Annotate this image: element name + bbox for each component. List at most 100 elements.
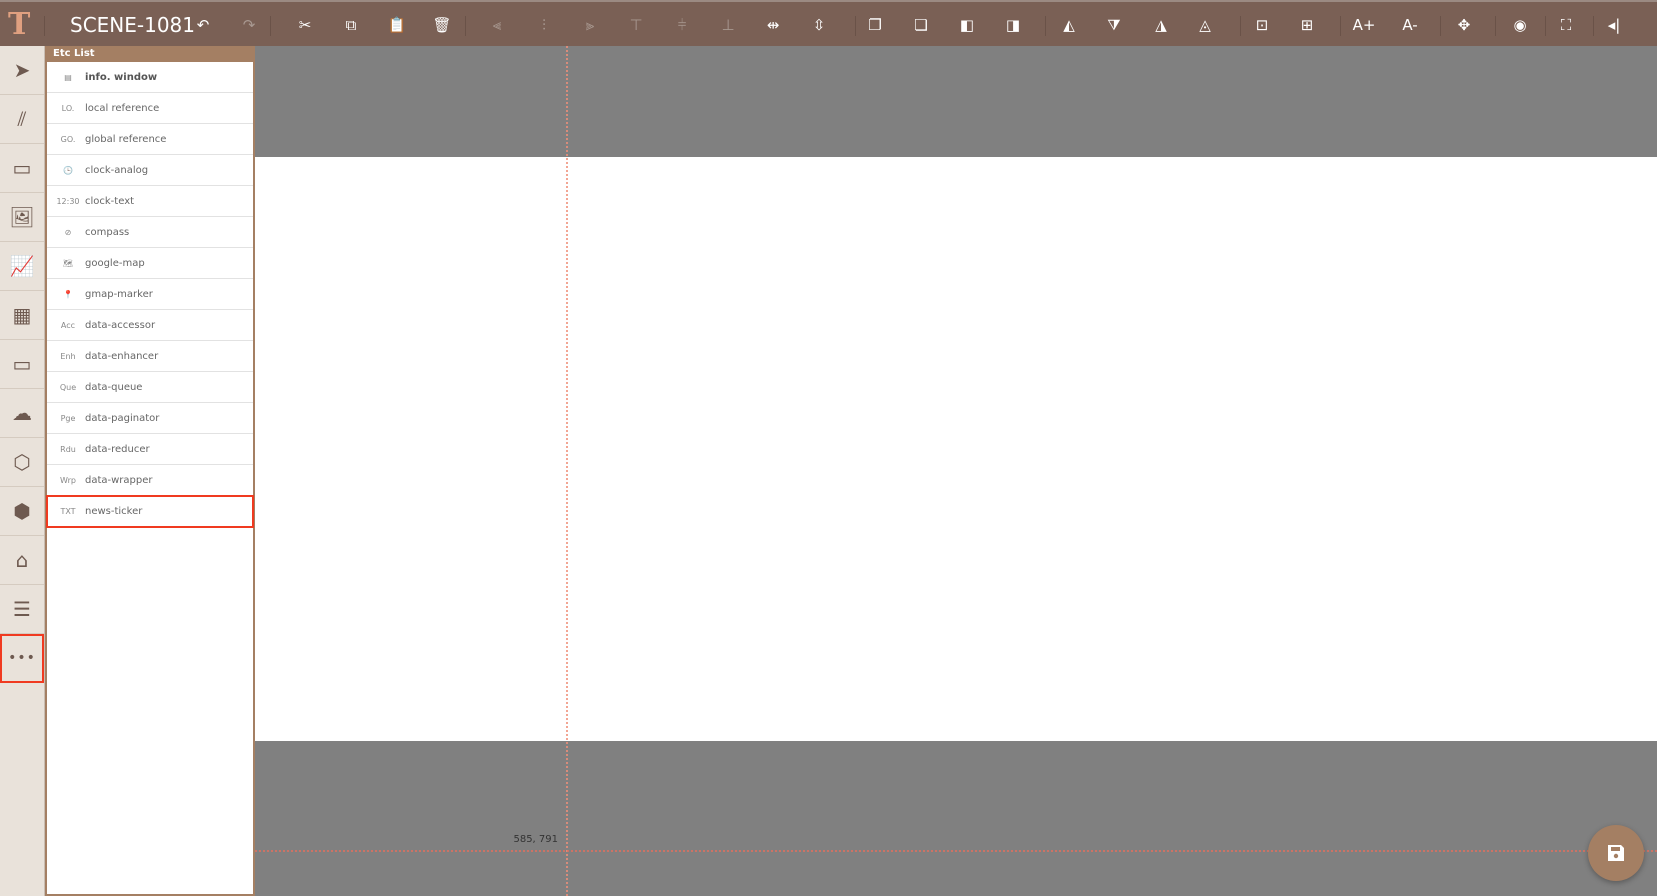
sidebar-item-image-text[interactable]: 🖼 xyxy=(0,193,44,242)
list-item-label: google-map xyxy=(85,257,145,269)
font-decrease-button[interactable]: A- xyxy=(1395,10,1425,40)
ungroup-icon: ⊞ xyxy=(1300,16,1314,34)
paste-icon: 📋 xyxy=(387,16,407,34)
group-button[interactable]: ⊡ xyxy=(1247,10,1277,40)
toolbar-divider xyxy=(465,16,466,36)
bring-to-front-icon: ❐ xyxy=(868,16,882,34)
list-item-global-reference[interactable]: GO. global reference xyxy=(47,124,253,155)
align-right-button[interactable]: ⫸ xyxy=(575,10,605,40)
etc-list-panel: Etc List ▤ info. window LO. local reference… xyxy=(45,46,255,896)
align-top-button[interactable]: ⊤ xyxy=(621,10,651,40)
move-button[interactable]: ✥ xyxy=(1449,10,1479,40)
group-icon: ⊡ xyxy=(1255,16,1269,34)
list-item-label: local reference xyxy=(85,102,160,114)
paste-button[interactable]: 📋 xyxy=(382,10,412,40)
save-button[interactable] xyxy=(1588,825,1644,881)
copy-icon: ⧉ xyxy=(345,16,357,34)
3d-icon: ⬢ xyxy=(13,499,31,523)
list-item-data-queue[interactable]: Que data-queue xyxy=(47,372,253,403)
guide-vertical xyxy=(566,46,568,896)
list-item-local-reference[interactable]: LO. local reference xyxy=(47,93,253,124)
align-center-button[interactable]: ⫶ xyxy=(529,10,559,40)
send-to-back-button[interactable]: ◨ xyxy=(998,10,1028,40)
align-center-icon: ⫶ xyxy=(542,16,546,34)
rotate-cw-button[interactable]: ◮ xyxy=(1146,10,1176,40)
data-reducer-icon: Rdu xyxy=(60,444,76,454)
distribute-horizontal-button[interactable]: ⇹ xyxy=(758,10,788,40)
save-icon xyxy=(1608,845,1624,861)
toggle-panel-icon: ◂| xyxy=(1607,16,1621,34)
list-item-label: gmap-marker xyxy=(85,288,153,300)
fit-screen-button[interactable]: ⛶ xyxy=(1551,10,1581,40)
undo-icon: ↶ xyxy=(196,16,210,34)
network-icon: ⬡ xyxy=(13,450,31,474)
shape-icon: ▭ xyxy=(12,156,32,180)
compass-icon: ⊘ xyxy=(64,227,72,237)
redo-button[interactable]: ↷ xyxy=(234,10,264,40)
list-item-data-wrapper[interactable]: Wrp data-wrapper xyxy=(47,465,253,496)
sidebar-item-line[interactable]: ⫽ xyxy=(0,95,44,144)
app-logo[interactable]: T xyxy=(8,10,36,40)
sidebar-item-table[interactable]: ▦ xyxy=(0,291,44,340)
toolbar-divider xyxy=(1045,16,1046,36)
list-item-compass[interactable]: ⊘ compass xyxy=(47,217,253,248)
font-increase-button[interactable]: A+ xyxy=(1349,10,1379,40)
sidebar-item-network[interactable]: ⬡ xyxy=(0,438,44,487)
sidebar-item-cloud[interactable]: ☁ xyxy=(0,389,44,438)
flip-horizontal-button[interactable]: ◭ xyxy=(1054,10,1084,40)
list-item-label: data-wrapper xyxy=(85,474,153,486)
fit-screen-icon: ⛶ xyxy=(1560,16,1572,34)
list-item-google-map[interactable]: 🗺 google-map xyxy=(47,248,253,279)
list-item-clock-analog[interactable]: 🕒 clock-analog xyxy=(47,155,253,186)
data-queue-icon: Que xyxy=(59,382,77,392)
cloud-icon: ☁ xyxy=(12,401,32,425)
distribute-vertical-button[interactable]: ⇳ xyxy=(804,10,834,40)
clock-text-icon: 12:30 xyxy=(56,196,80,206)
cursor-coordinates: 585, 791 xyxy=(513,834,558,845)
send-backward-button[interactable]: ◧ xyxy=(952,10,982,40)
rotate-ccw-button[interactable]: ◬ xyxy=(1190,10,1220,40)
ungroup-button[interactable]: ⊞ xyxy=(1292,10,1322,40)
sidebar-item-pointer[interactable]: ➤ xyxy=(0,46,44,95)
preview-button[interactable]: ◉ xyxy=(1505,10,1535,40)
toolbar-divider xyxy=(1593,16,1594,36)
image-text-icon: 🖼 xyxy=(9,205,35,229)
bring-to-front-button[interactable]: ❐ xyxy=(860,10,890,40)
delete-button[interactable]: 🗑 xyxy=(427,10,457,40)
delete-icon: 🗑 xyxy=(432,16,452,34)
scene-canvas[interactable] xyxy=(255,157,1657,741)
list-item-info-window[interactable]: ▤ info. window xyxy=(47,62,253,93)
align-left-icon: ⫷ xyxy=(492,16,502,34)
font-increase-icon: A+ xyxy=(1352,16,1376,34)
list-item-news-ticker[interactable]: TXT news-ticker xyxy=(46,495,254,528)
cut-button[interactable]: ✂ xyxy=(290,10,320,40)
undo-button[interactable]: ↶ xyxy=(188,10,218,40)
toggle-panel-button[interactable]: ◂| xyxy=(1599,10,1629,40)
scene-title: SCENE-1081 xyxy=(70,13,196,37)
flip-vertical-button[interactable]: ⧩ xyxy=(1099,10,1129,40)
list-item-data-reducer[interactable]: Rdu data-reducer xyxy=(47,434,253,465)
list-item-data-accessor[interactable]: Acc data-accessor xyxy=(47,310,253,341)
align-bottom-button[interactable]: ⊥ xyxy=(713,10,743,40)
sidebar-item-chart[interactable]: 📈 xyxy=(0,242,44,291)
data-enhancer-icon: Enh xyxy=(60,351,76,361)
sidebar-item-3d[interactable]: ⬢ xyxy=(0,487,44,536)
sidebar-item-form[interactable]: ☰ xyxy=(0,585,44,634)
list-item-gmap-marker[interactable]: 📍 gmap-marker xyxy=(47,279,253,310)
data-accessor-icon: Acc xyxy=(60,320,76,330)
copy-button[interactable]: ⧉ xyxy=(336,10,366,40)
panel-title: Etc List xyxy=(47,46,253,62)
list-item-data-paginator[interactable]: Pge data-paginator xyxy=(47,403,253,434)
list-item-clock-text[interactable]: 12:30 clock-text xyxy=(47,186,253,217)
align-middle-button[interactable]: ⫩ xyxy=(667,10,697,40)
sidebar-item-warehouse[interactable]: ⌂ xyxy=(0,536,44,585)
sidebar-item-shape[interactable]: ▭ xyxy=(0,144,44,193)
list-item-data-enhancer[interactable]: Enh data-enhancer xyxy=(47,341,253,372)
toolbar: T SCENE-1081 ↶ ↷ ✂ ⧉ 📋 🗑 ⫷ ⫶ ⫸ ⊤ ⫩ ⊥ ⇹ ⇳ ❐ ❏ ◧ ◨ ◭ ⧩ ◮ ◬ ⊡ ⊞ A+ A… xyxy=(0,0,1657,46)
gmap-marker-icon: 📍 xyxy=(63,289,73,299)
news-ticker-icon: TXT xyxy=(60,506,76,516)
sidebar-item-storage[interactable]: ▭ xyxy=(0,340,44,389)
sidebar-item-more[interactable]: ••• xyxy=(0,634,44,683)
bring-forward-button[interactable]: ❏ xyxy=(906,10,936,40)
align-left-button[interactable]: ⫷ xyxy=(482,10,512,40)
